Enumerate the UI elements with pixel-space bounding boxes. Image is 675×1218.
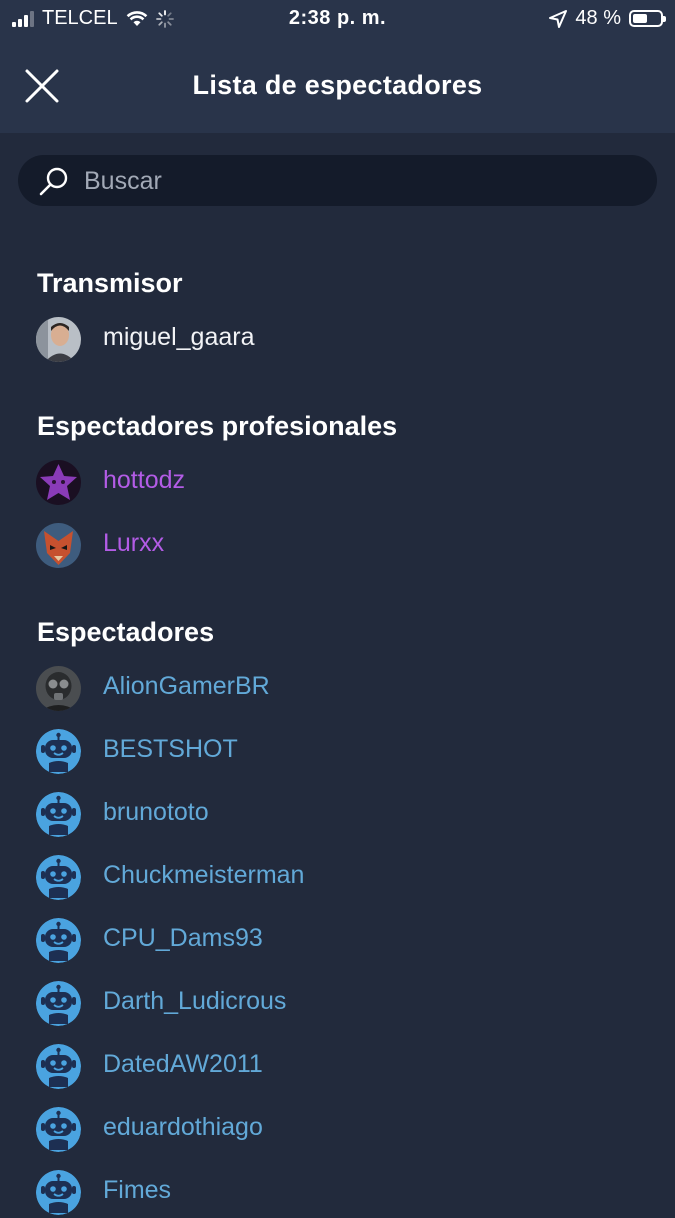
robot-avatar-icon: [36, 1107, 81, 1152]
avatar: [36, 460, 81, 505]
robot-avatar-icon: [36, 918, 81, 963]
user-row-datedaw2011[interactable]: DatedAW2011: [36, 1042, 636, 1092]
user-name: AlionGamerBR: [103, 672, 270, 700]
user-row-cpu-dams93[interactable]: CPU_Dams93: [36, 916, 636, 966]
search-input[interactable]: [82, 155, 646, 208]
robot-avatar-icon: [36, 1170, 81, 1215]
search-icon: [39, 167, 68, 196]
user-row-darth-ludicrous[interactable]: Darth_Ludicrous: [36, 979, 636, 1029]
user-name: Fimes: [103, 1176, 172, 1204]
user-name: DatedAW2011: [103, 1050, 263, 1078]
section-title-broadcaster: Transmisor: [37, 268, 183, 298]
robot-avatar-icon: [36, 792, 81, 837]
user-name: eduardothiago: [103, 1113, 263, 1141]
user-name: hottodz: [103, 466, 186, 494]
robot-avatar-icon: [36, 855, 81, 900]
search-bar[interactable]: [18, 155, 657, 208]
avatar: [36, 666, 81, 711]
status-bar: TELCEL 2:38 p. m. 48 %: [0, 0, 675, 38]
user-name: CPU_Dams93: [103, 924, 263, 952]
user-row-chuckmeisterman[interactable]: Chuckmeisterman: [36, 853, 636, 903]
user-name: Lurxx: [103, 529, 165, 557]
location-arrow-icon: [549, 9, 568, 28]
section-title-pro-viewers: Espectadores profesionales: [37, 411, 398, 441]
status-right: 48 %: [549, 7, 666, 30]
user-name: Darth_Ludicrous: [103, 987, 287, 1015]
user-name: BESTSHOT: [103, 735, 238, 763]
battery-icon: [629, 10, 666, 27]
user-row-fimes[interactable]: Fimes: [36, 1168, 636, 1218]
page-title: Lista de espectadores: [192, 70, 483, 100]
avatar: [36, 317, 81, 362]
user-name: miguel_gaara: [103, 323, 255, 351]
user-row-miguel-gaara[interactable]: miguel_gaara: [36, 315, 636, 365]
user-row-lurxx[interactable]: Lurxx: [36, 521, 636, 571]
avatar: [36, 523, 81, 568]
user-row-aliongamerbr[interactable]: AlionGamerBR: [36, 664, 636, 714]
robot-avatar-icon: [36, 1044, 81, 1089]
user-row-brunototo[interactable]: brunototo: [36, 790, 636, 840]
user-row-hottodz[interactable]: hottodz: [36, 458, 636, 508]
battery-percent: 48 %: [575, 7, 621, 29]
user-row-bestshot[interactable]: BESTSHOT: [36, 727, 636, 777]
user-row-eduardothiago[interactable]: eduardothiago: [36, 1105, 636, 1155]
user-name: brunototo: [103, 798, 209, 826]
user-name: Chuckmeisterman: [103, 861, 305, 889]
section-title-viewers: Espectadores: [37, 617, 215, 647]
robot-avatar-icon: [36, 729, 81, 774]
robot-avatar-icon: [36, 981, 81, 1026]
